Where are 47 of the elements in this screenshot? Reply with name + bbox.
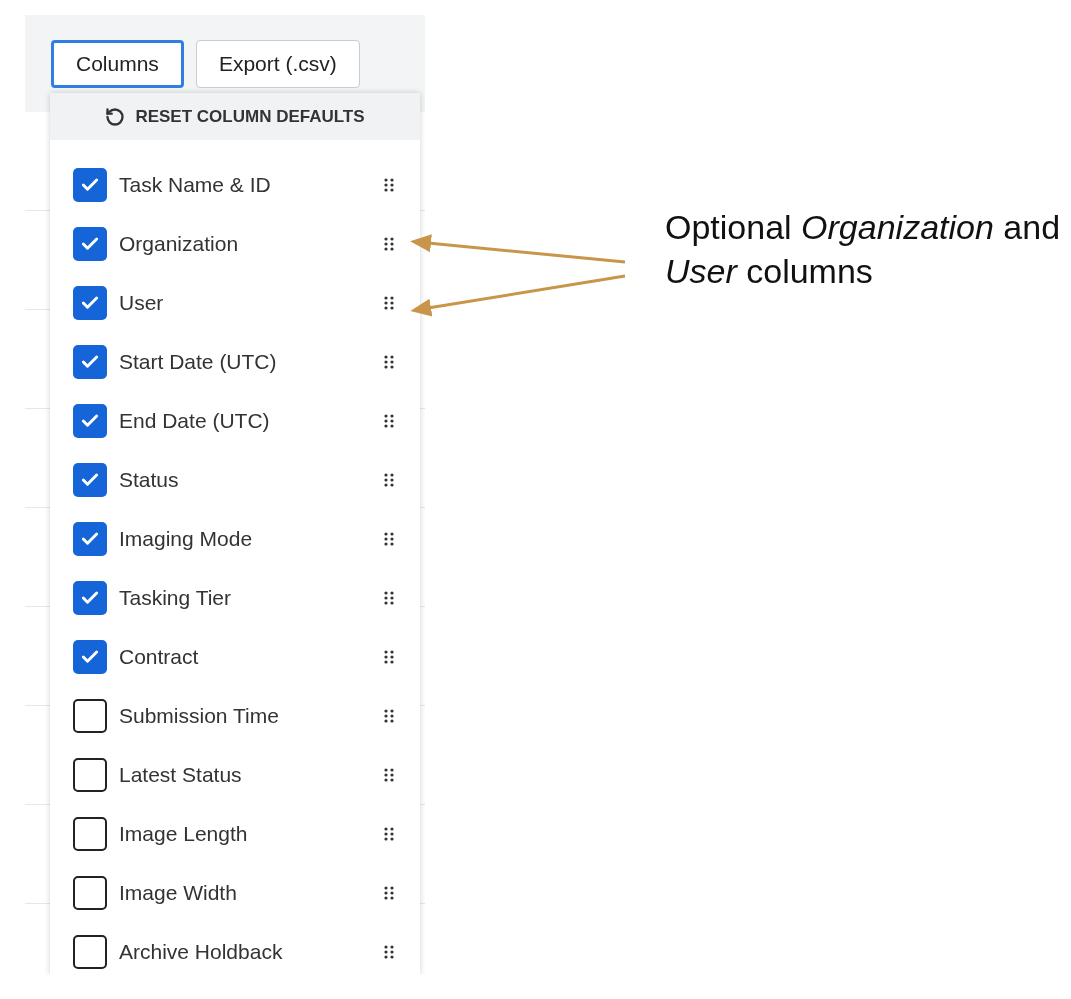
column-label: Imaging Mode (119, 525, 254, 552)
column-label: Contract (119, 643, 200, 670)
checkbox[interactable] (73, 167, 107, 202)
checkbox[interactable] (73, 285, 107, 320)
column-label: End Date (UTC) (119, 407, 271, 434)
drag-handle-icon[interactable] (384, 826, 394, 841)
checkbox[interactable] (73, 698, 107, 733)
drag-handle-icon[interactable] (384, 472, 394, 487)
checkbox[interactable] (73, 403, 107, 438)
checkbox[interactable] (73, 816, 107, 851)
checkbox[interactable] (73, 344, 107, 379)
column-label: Organization (119, 230, 240, 257)
column-label: Image Length (119, 820, 249, 847)
column-label: Tasking Tier (119, 584, 233, 611)
drag-handle-icon[interactable] (384, 944, 394, 959)
drag-handle-icon[interactable] (384, 767, 394, 782)
drag-handle-icon[interactable] (384, 177, 394, 192)
column-label: Start Date (UTC) (119, 348, 278, 375)
reset-icon (105, 106, 126, 127)
drag-handle-icon[interactable] (384, 295, 394, 310)
column-label: Latest Status (119, 761, 243, 788)
checkbox[interactable] (73, 875, 107, 910)
checkbox[interactable] (73, 521, 107, 556)
annotation-text: Optional Organization and User columns (665, 207, 1062, 292)
column-label: Status (119, 466, 180, 493)
drag-handle-icon[interactable] (384, 885, 394, 900)
column-label: User (119, 289, 165, 316)
drag-handle-icon[interactable] (384, 531, 394, 546)
drag-handle-icon[interactable] (384, 649, 394, 664)
column-label: Image Width (119, 879, 238, 906)
checkbox[interactable] (73, 462, 107, 497)
checkbox[interactable] (73, 757, 107, 792)
column-label: Task Name & ID (119, 171, 272, 198)
drag-handle-icon[interactable] (384, 413, 394, 428)
column-label: Archive Holdback (119, 938, 284, 965)
column-label: Submission Time (119, 702, 280, 729)
drag-handle-icon[interactable] (384, 354, 394, 369)
toolbar-button[interactable]: Columns (51, 40, 184, 88)
drag-handle-icon[interactable] (384, 708, 394, 723)
checkbox[interactable] (73, 226, 107, 261)
drag-handle-icon[interactable] (384, 236, 394, 251)
reset-defaults-button[interactable]: RESET COLUMN DEFAULTS (50, 93, 420, 140)
drag-handle-icon[interactable] (384, 590, 394, 605)
checkbox[interactable] (73, 639, 107, 674)
toolbar-button[interactable]: Export (.csv) (195, 40, 360, 88)
checkbox[interactable] (73, 580, 107, 615)
checkbox[interactable] (73, 934, 107, 969)
